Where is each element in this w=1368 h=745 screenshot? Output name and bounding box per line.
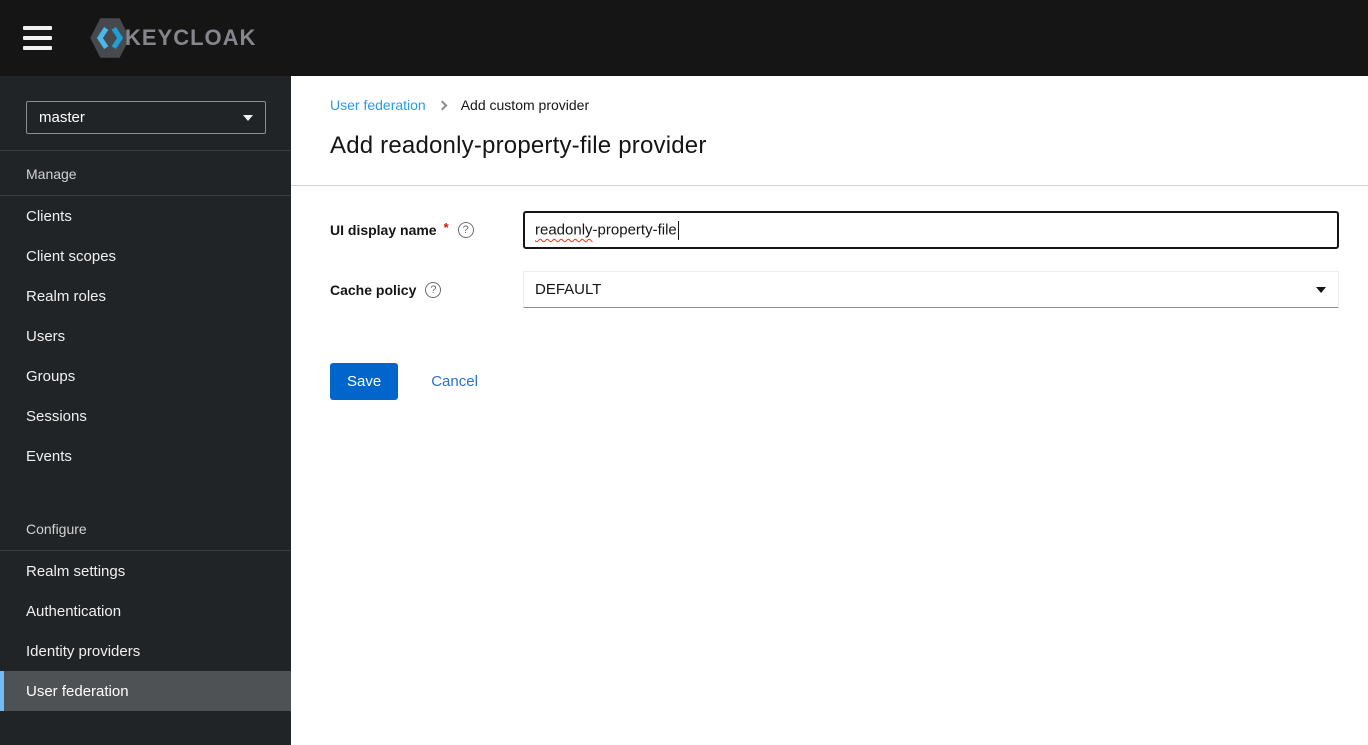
realm-selector[interactable]: master xyxy=(26,101,266,134)
chevron-down-icon xyxy=(243,114,253,121)
sidebar-item-events[interactable]: Events xyxy=(0,436,291,476)
sidebar-nav: master Manage Clients Client scopes Real… xyxy=(0,76,291,745)
breadcrumb-link-user-federation[interactable]: User federation xyxy=(330,97,426,113)
page-title: Add readonly-property-file provider xyxy=(330,132,707,159)
hamburger-icon xyxy=(23,26,52,30)
save-button[interactable]: Save xyxy=(330,363,399,400)
nav-section-title: Manage xyxy=(0,151,291,196)
sidebar-item-identity-providers[interactable]: Identity providers xyxy=(0,631,291,671)
input-value: readonly-property-file xyxy=(535,220,680,240)
breadcrumb: User federation Add custom provider xyxy=(330,97,1368,113)
app-window: KEYCLOAK master Manage Clients Client sc… xyxy=(0,0,1368,745)
sidebar-item-client-scopes[interactable]: Client scopes xyxy=(0,236,291,276)
main-content: User federation Add custom provider Add … xyxy=(291,76,1368,745)
chevron-down-icon xyxy=(1316,286,1326,293)
nav-section-configure: Configure Realm settings Authentication … xyxy=(0,506,291,711)
sidebar-item-groups[interactable]: Groups xyxy=(0,356,291,396)
realm-selector-region: master xyxy=(0,76,291,151)
sidebar-item-sessions[interactable]: Sessions xyxy=(0,396,291,436)
nav-section-manage: Manage Clients Client scopes Realm roles… xyxy=(0,151,291,476)
cancel-link[interactable]: Cancel xyxy=(431,373,478,390)
sidebar-item-users[interactable]: Users xyxy=(0,316,291,356)
help-icon[interactable]: ? xyxy=(425,281,442,298)
nav-toggle-button[interactable] xyxy=(23,25,53,51)
page-header: User federation Add custom provider Add … xyxy=(291,76,1368,186)
cache-policy-select[interactable]: DEFAULT xyxy=(523,271,1339,308)
top-bar: KEYCLOAK xyxy=(0,0,1368,76)
sidebar-item-authentication[interactable]: Authentication xyxy=(0,591,291,631)
form-row-cache-policy: Cache policy ? DEFAULT xyxy=(330,271,1339,308)
nav-section-title: Configure xyxy=(0,506,291,551)
logo-wordmark: KEYCLOAK xyxy=(125,25,257,50)
form-row-ui-display-name: UI display name * ? readonly-property-fi… xyxy=(330,211,1339,249)
keycloak-logo: KEYCLOAK xyxy=(89,16,256,60)
chevron-right-icon xyxy=(437,100,448,110)
breadcrumb-current: Add custom provider xyxy=(460,97,590,113)
required-asterisk: * xyxy=(443,219,449,235)
sidebar-item-realm-settings[interactable]: Realm settings xyxy=(0,551,291,591)
ui-display-name-label: UI display name * ? xyxy=(330,219,523,238)
sidebar-item-user-federation[interactable]: User federation xyxy=(0,671,291,711)
sidebar-item-realm-roles[interactable]: Realm roles xyxy=(0,276,291,316)
form-actions: Save Cancel xyxy=(330,363,1339,400)
text-cursor xyxy=(677,220,680,240)
ui-display-name-input[interactable]: readonly-property-file xyxy=(523,211,1339,249)
help-icon[interactable]: ? xyxy=(457,222,474,238)
provider-form: UI display name * ? readonly-property-fi… xyxy=(291,186,1368,400)
realm-selector-value: master xyxy=(39,109,85,126)
select-value: DEFAULT xyxy=(535,281,602,298)
cache-policy-label: Cache policy ? xyxy=(330,281,523,298)
sidebar-item-clients[interactable]: Clients xyxy=(0,196,291,236)
